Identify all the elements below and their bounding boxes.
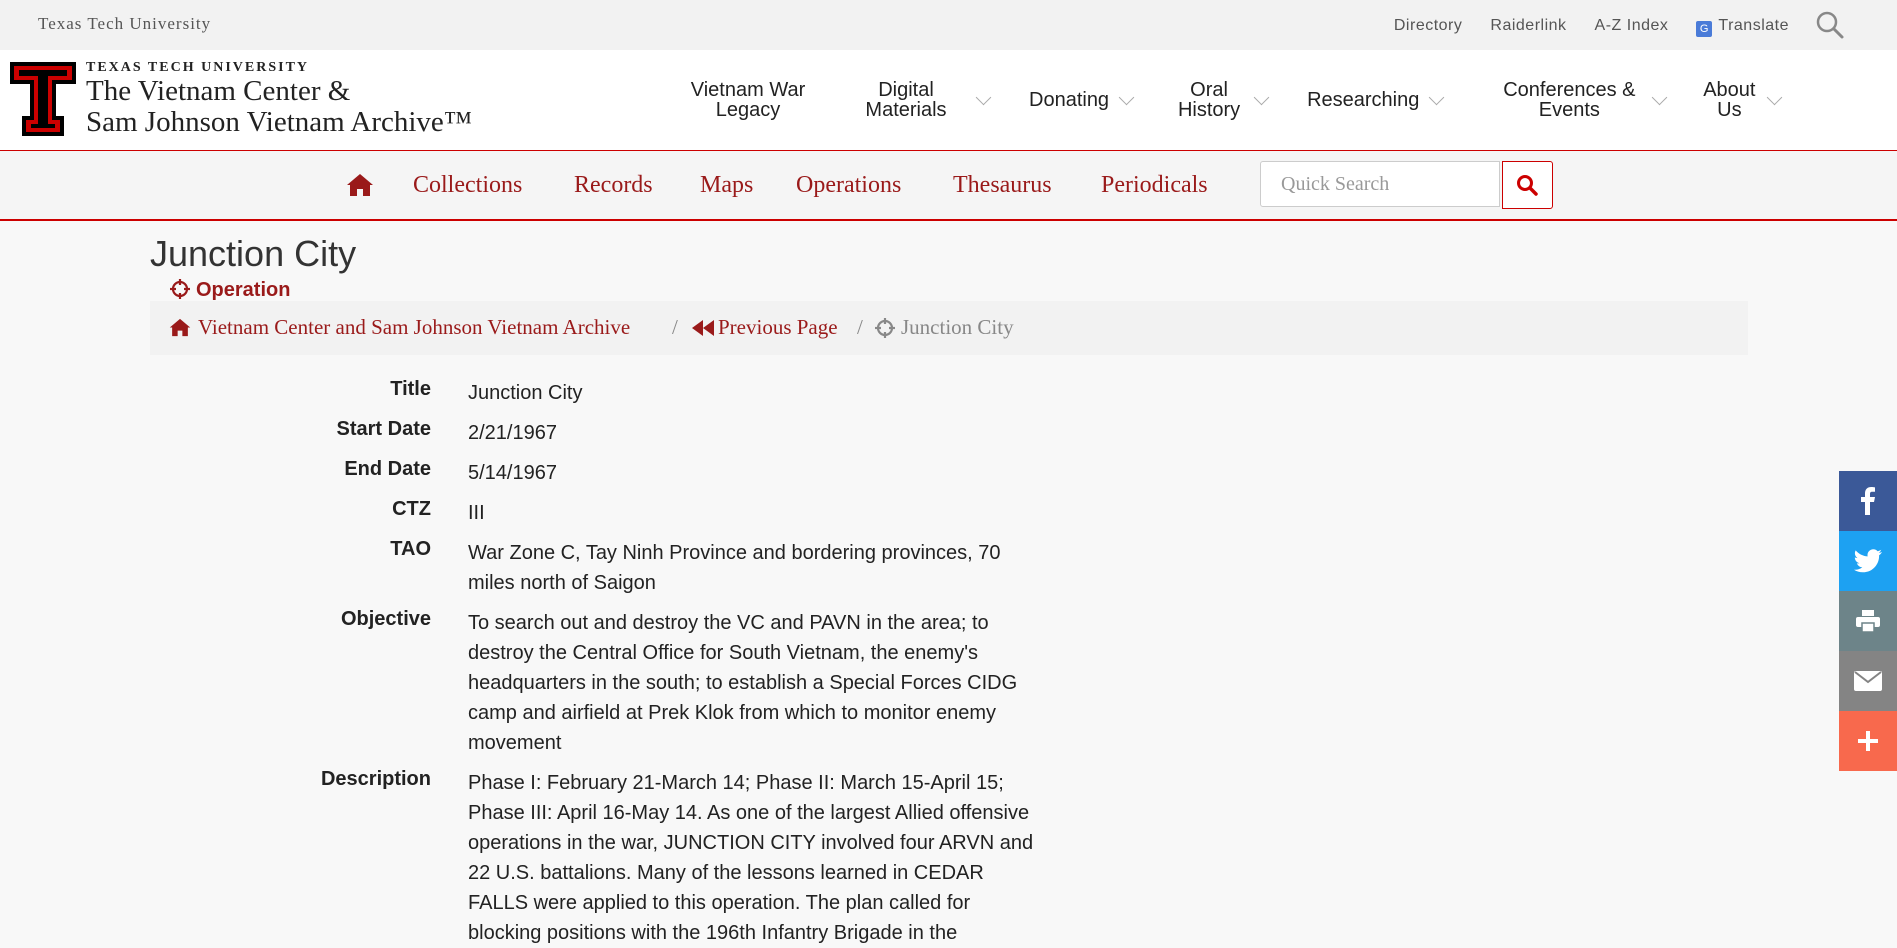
field-label: CTZ (392, 498, 431, 520)
quick-search-input[interactable]: Quick Search (1260, 161, 1500, 207)
email-share-button[interactable] (1839, 651, 1897, 711)
field-value: To search out and destroy the VC and PAV… (468, 612, 1018, 754)
records-link[interactable]: Records (574, 172, 653, 199)
site-logo-text[interactable]: TEXAS TECH UNIVERSITY The Vietnam Center… (86, 60, 472, 138)
rewind-icon (692, 320, 714, 336)
chevron-down-icon (1429, 89, 1445, 105)
field-value: Phase I: February 21-March 14; Phase II:… (468, 772, 1034, 944)
record-type: Operation (170, 279, 290, 302)
field-value: 5/14/1967 (468, 462, 557, 484)
crosshair-icon (875, 318, 895, 338)
field-label: Title (390, 378, 431, 400)
raiderlink-link[interactable]: Raiderlink (1490, 17, 1566, 37)
field-label: End Date (344, 458, 431, 480)
masthead: TEXAS TECH UNIVERSITY The Vietnam Center… (0, 50, 1897, 152)
share-bar (1839, 471, 1897, 771)
quick-search-button[interactable] (1502, 161, 1553, 209)
breadcrumb-home-link[interactable]: Vietnam Center and Sam Johnson Vietnam A… (198, 315, 630, 340)
twitter-icon (1854, 549, 1882, 573)
main-nav: Vietnam War Legacy Digital Materials Donat… (668, 80, 1783, 120)
translate-icon: G (1696, 21, 1713, 37)
breadcrumb-current: Junction City (901, 315, 1014, 339)
crosshair-icon (170, 279, 190, 299)
logo-line-2: Sam Johnson Vietnam Archive™ (86, 106, 473, 138)
twitter-share-button[interactable] (1839, 531, 1897, 591)
search-icon (1517, 175, 1538, 196)
breadcrumb: Vietnam Center and Sam Johnson Vietnam A… (150, 301, 1748, 355)
field-label: Start Date (336, 418, 431, 440)
operations-link[interactable]: Operations (796, 172, 901, 199)
logo-university: TEXAS TECH UNIVERSITY (86, 60, 310, 75)
print-icon (1856, 610, 1880, 632)
nav-donating[interactable]: Donating (1029, 89, 1135, 110)
field-label: TAO (390, 538, 431, 560)
field-label: Description (320, 768, 431, 790)
more-share-button[interactable] (1839, 711, 1897, 771)
field-value: War Zone C, Tay Ninh Province and border… (468, 542, 1001, 594)
field-value: III (468, 502, 485, 524)
utility-links: Directory Raiderlink A-Z Index G Translat… (1394, 17, 1789, 37)
nav-oral-history[interactable]: Oral History (1174, 80, 1270, 120)
nav-digital-materials[interactable]: Digital Materials (846, 80, 992, 120)
page-title: Junction City (150, 233, 357, 274)
plus-icon (1858, 731, 1878, 751)
home-icon[interactable] (169, 318, 191, 337)
breadcrumb-separator: / (857, 315, 863, 339)
collections-link[interactable]: Collections (413, 172, 522, 199)
search-icon[interactable] (1815, 10, 1845, 40)
field-label: Objective (340, 608, 431, 630)
home-icon[interactable] (346, 173, 374, 197)
chevron-down-icon (1118, 89, 1135, 105)
facebook-icon (1861, 487, 1875, 515)
periodicals-link[interactable]: Periodicals (1101, 172, 1208, 199)
record-type-label: Operation (196, 279, 291, 301)
utility-bar: Texas Tech University Directory Raiderli… (0, 0, 1897, 50)
translate-link[interactable]: G Translate (1696, 17, 1789, 37)
field-value: 2/21/1967 (468, 422, 557, 444)
nav-conferences-events[interactable]: Conferences & Events (1496, 80, 1668, 120)
print-button[interactable] (1839, 591, 1897, 651)
maps-link[interactable]: Maps (700, 172, 753, 199)
chevron-down-icon (1652, 89, 1668, 105)
logo-line-1: The Vietnam Center & (86, 75, 351, 107)
email-icon (1854, 671, 1882, 691)
facebook-share-button[interactable] (1839, 471, 1897, 531)
breadcrumb-previous-link[interactable]: Previous Page (718, 315, 838, 340)
thesaurus-link[interactable]: Thesaurus (953, 172, 1052, 199)
chevron-down-icon (975, 89, 992, 105)
chevron-down-icon (1767, 89, 1783, 105)
university-name[interactable]: Texas Tech University (38, 14, 211, 34)
field-value: Junction City (468, 382, 583, 404)
nav-researching[interactable]: Researching (1307, 89, 1445, 110)
az-index-link[interactable]: A-Z Index (1595, 17, 1669, 37)
double-t-logo[interactable] (8, 60, 78, 138)
nav-about-us[interactable]: About Us (1701, 80, 1783, 120)
breadcrumb-separator: / (672, 315, 678, 339)
directory-link[interactable]: Directory (1394, 17, 1463, 37)
sub-nav: Collections Records Maps Operations Thes… (0, 151, 1897, 221)
translate-label: Translate (1718, 17, 1789, 34)
chevron-down-icon (1253, 89, 1270, 105)
nav-vietnam-war-legacy[interactable]: Vietnam War Legacy (668, 80, 828, 120)
